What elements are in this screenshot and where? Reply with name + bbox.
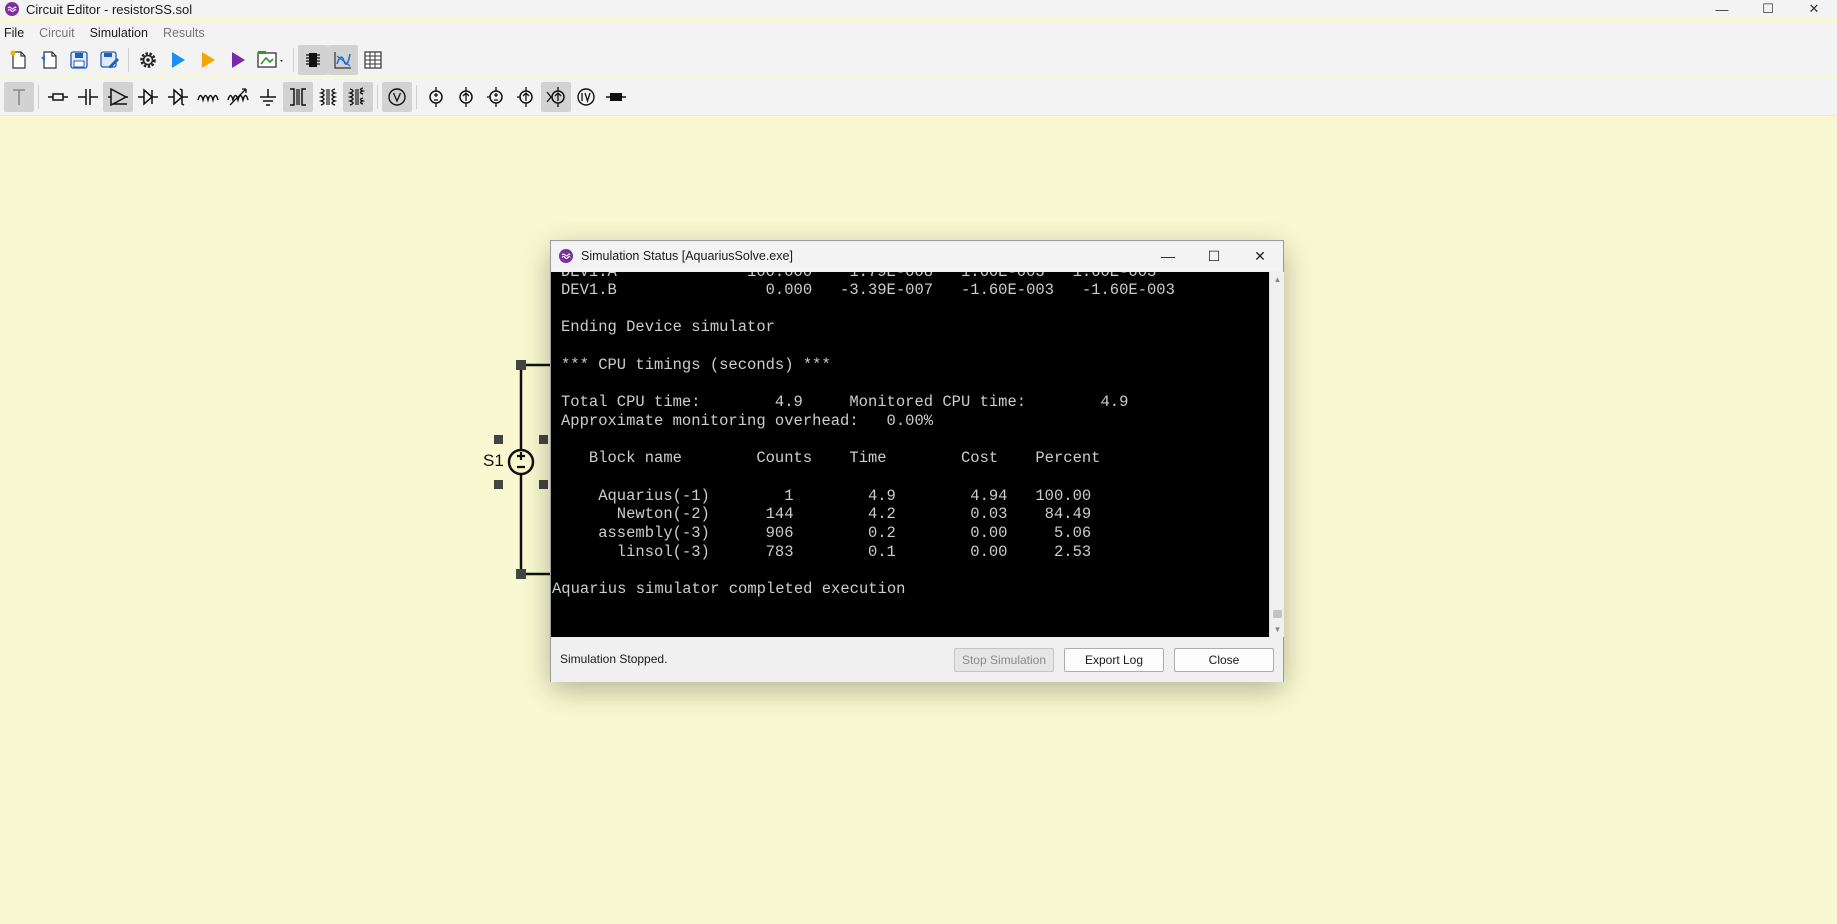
plot-icon[interactable] bbox=[328, 45, 358, 75]
transformer-3-icon[interactable] bbox=[343, 81, 373, 112]
dialog-title: Simulation Status [AquariusSolve.exe] bbox=[581, 249, 793, 263]
simulation-status-dialog: Simulation Status [AquariusSolve.exe] — … bbox=[550, 240, 1284, 682]
log-line: Block name Counts Time Cost Percent bbox=[561, 449, 1101, 467]
menu-circuit[interactable]: Circuit bbox=[39, 26, 81, 40]
log-line: Approximate monitoring overhead: 0.00% bbox=[561, 412, 934, 430]
menu-file[interactable]: File bbox=[4, 26, 31, 40]
menu-results[interactable]: Results bbox=[163, 26, 212, 40]
toolbar-separator bbox=[293, 48, 294, 72]
export-dropdown-icon[interactable] bbox=[253, 45, 289, 75]
dialog-minimize-button[interactable]: — bbox=[1145, 241, 1191, 271]
log-line: DEV1.B 0.000 -3.39E-007 -1.60E-003 -1.60… bbox=[561, 281, 1175, 299]
run-purple-icon[interactable] bbox=[223, 45, 253, 75]
simulation-log-console[interactable]: DEV1.A 100.000 1.79E-008 1.60E-003 1.60E… bbox=[551, 272, 1269, 637]
wire-endpoint-bottom bbox=[516, 569, 526, 579]
menu-simulation[interactable]: Simulation bbox=[90, 26, 155, 40]
log-line: Aquarius simulator completed execution bbox=[552, 580, 906, 598]
save-as-icon[interactable] bbox=[94, 45, 124, 75]
diode-icon[interactable] bbox=[133, 82, 163, 112]
scroll-thumb[interactable] bbox=[1273, 610, 1282, 618]
amplifier-icon[interactable] bbox=[103, 81, 133, 112]
log-line: Total CPU time: 4.9 Monitored CPU time: … bbox=[561, 393, 1129, 411]
inductor-icon[interactable] bbox=[193, 82, 223, 112]
run-orange-icon[interactable] bbox=[193, 45, 223, 75]
close-button[interactable]: Close bbox=[1174, 648, 1274, 672]
simulation-status-text: Simulation Stopped. bbox=[560, 652, 668, 666]
app-icon bbox=[559, 249, 573, 263]
table-icon[interactable] bbox=[358, 45, 388, 75]
voltage-source-icon[interactable] bbox=[421, 82, 451, 112]
text-tool-icon[interactable] bbox=[4, 81, 34, 112]
coupled-inductor-icon[interactable] bbox=[283, 81, 313, 112]
toolbar-separator bbox=[416, 84, 417, 109]
component-toolbar bbox=[0, 78, 1837, 116]
dialog-maximize-button[interactable]: ☐ bbox=[1191, 241, 1237, 271]
selection-handle bbox=[539, 435, 548, 444]
variable-inductor-icon[interactable] bbox=[223, 82, 253, 112]
capacitor-icon[interactable] bbox=[73, 82, 103, 112]
export-log-button[interactable]: Export Log bbox=[1064, 648, 1164, 672]
transformer-icon[interactable] bbox=[313, 82, 343, 112]
battery-icon[interactable] bbox=[601, 82, 631, 112]
stop-simulation-button[interactable]: Stop Simulation bbox=[954, 648, 1054, 672]
menu-bar: File Circuit Simulation Results bbox=[0, 22, 1837, 44]
scroll-down-arrow-icon[interactable]: ▼ bbox=[1270, 622, 1285, 637]
voltmeter-icon[interactable] bbox=[382, 81, 412, 112]
main-toolbar bbox=[0, 44, 1837, 76]
selection-handle bbox=[494, 435, 503, 444]
window-titlebar: Circuit Editor - resistorSS.sol — ☐ ✕ bbox=[0, 0, 1837, 18]
run-blue-icon[interactable] bbox=[163, 45, 193, 75]
new-file-icon[interactable] bbox=[4, 45, 34, 75]
save-icon[interactable] bbox=[64, 45, 94, 75]
minimize-button[interactable]: — bbox=[1699, 0, 1745, 18]
log-line: Ending Device simulator bbox=[561, 318, 775, 336]
controlled-source-icon[interactable] bbox=[481, 82, 511, 112]
settings-gear-icon[interactable] bbox=[133, 45, 163, 75]
toolbar-separator bbox=[377, 84, 378, 109]
current-source-icon[interactable] bbox=[451, 82, 481, 112]
log-line: Aquarius(-1) 1 4.9 4.94 100.00 bbox=[561, 487, 1092, 505]
ground-icon[interactable] bbox=[253, 82, 283, 112]
open-file-icon[interactable] bbox=[34, 45, 64, 75]
scroll-up-arrow-icon[interactable]: ▲ bbox=[1270, 272, 1285, 287]
chip-icon[interactable] bbox=[298, 45, 328, 75]
dependent-source-icon[interactable] bbox=[511, 82, 541, 112]
selection-handle bbox=[494, 480, 503, 489]
zener-diode-icon[interactable] bbox=[163, 82, 193, 112]
window-title: Circuit Editor - resistorSS.sol bbox=[26, 1, 193, 17]
selection-handle bbox=[539, 480, 548, 489]
toolbar-separator bbox=[38, 84, 39, 109]
close-window-button[interactable]: ✕ bbox=[1791, 0, 1837, 18]
log-line: DEV1.A 100.000 1.79E-008 1.60E-003 1.60E… bbox=[561, 272, 1157, 281]
source-label[interactable]: S1 bbox=[483, 451, 504, 471]
console-scrollbar[interactable]: ▲ ▼ bbox=[1269, 272, 1284, 637]
maximize-button[interactable]: ☐ bbox=[1745, 0, 1791, 18]
wire-endpoint-top bbox=[516, 360, 526, 370]
log-line: *** CPU timings (seconds) *** bbox=[561, 356, 831, 374]
log-line: Newton(-2) 144 4.2 0.03 84.49 bbox=[561, 505, 1092, 523]
transistor-source-icon[interactable] bbox=[541, 81, 571, 112]
dialog-titlebar: Simulation Status [AquariusSolve.exe] — … bbox=[551, 241, 1283, 271]
dialog-close-x-button[interactable]: ✕ bbox=[1237, 241, 1283, 271]
toolbar-separator bbox=[128, 48, 129, 72]
log-line: assembly(-3) 906 0.2 0.00 5.06 bbox=[561, 524, 1092, 542]
dialog-footer: Simulation Stopped. Stop Simulation Expo… bbox=[551, 637, 1283, 682]
resistor-icon[interactable] bbox=[43, 82, 73, 112]
log-line: linsol(-3) 783 0.1 0.00 2.53 bbox=[561, 543, 1092, 561]
app-icon bbox=[5, 2, 19, 16]
iv-meter-icon[interactable] bbox=[571, 82, 601, 112]
